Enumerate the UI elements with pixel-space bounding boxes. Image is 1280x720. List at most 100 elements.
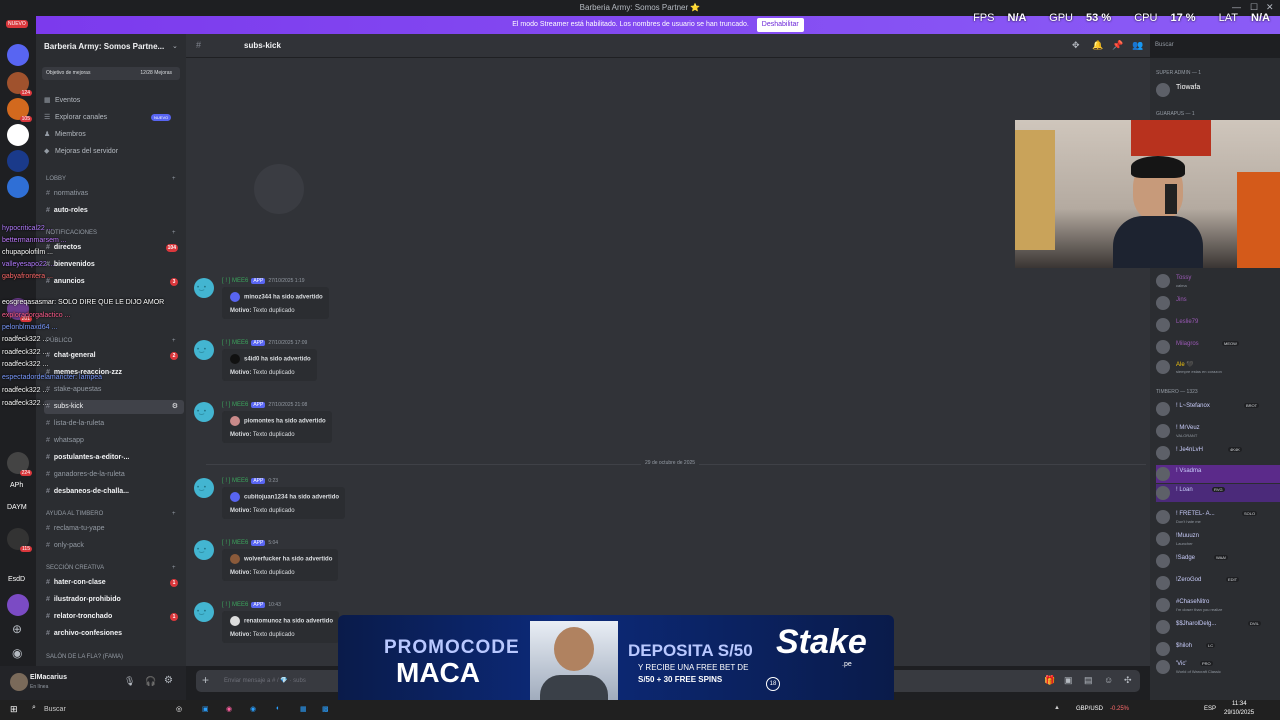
avatar[interactable] [194, 278, 214, 298]
message-author[interactable]: [ ! ] MEE6 [222, 540, 248, 546]
server-folder-label[interactable]: EsdD [8, 576, 25, 583]
server-icon[interactable] [7, 124, 29, 146]
channel-item[interactable]: # anuncios 3 [44, 275, 184, 289]
channel-item-selected[interactable]: # subs-kick ⚙ [44, 400, 184, 414]
member-item[interactable]: ! MrVeuz VALORANT [1156, 422, 1280, 440]
app-icon[interactable]: ◐ [276, 705, 280, 712]
server-icon[interactable] [7, 150, 29, 172]
member-item[interactable]: Tossy calma [1156, 272, 1280, 290]
member-item[interactable]: !Sadge WAA! [1156, 552, 1280, 570]
category-salon[interactable]: SALÓN DE LA FLA? (FAMA) [46, 654, 123, 660]
channel-item[interactable]: # bienvenidos [44, 258, 184, 272]
headphones-icon[interactable]: 🎧 [145, 676, 156, 687]
channel-item[interactable]: # normativas [44, 187, 184, 201]
server-icon[interactable] [7, 44, 29, 66]
apps-icon[interactable]: ✣ [1124, 675, 1132, 686]
avatar[interactable] [194, 478, 214, 498]
gift-icon[interactable]: 🎁 [1044, 675, 1055, 686]
message-author[interactable]: [ ! ] MEE6 [222, 278, 248, 284]
member-item[interactable]: #ChaseNitro I'm closer than you realize [1156, 596, 1280, 614]
server-folder-label[interactable]: APh [10, 482, 23, 489]
server-icon[interactable] [7, 176, 29, 198]
search-icon[interactable]: ⌕ [32, 704, 36, 712]
server-folder-label[interactable]: DAYM [7, 504, 27, 511]
clock-date[interactable]: 29/10/2025 [1224, 710, 1254, 716]
avatar[interactable] [10, 673, 28, 691]
bell-icon[interactable]: 🔔 [1092, 40, 1103, 51]
server-icon[interactable] [7, 594, 29, 616]
member-item[interactable]: ! L~Stefanox BROT [1156, 400, 1280, 418]
avatar[interactable] [194, 602, 214, 622]
channel-item[interactable]: # lista-de-la-ruleta [44, 417, 184, 431]
task-view-icon[interactable]: ◎ [176, 705, 182, 713]
taskbar-search[interactable]: Buscar [44, 706, 66, 713]
member-item[interactable]: Leslie79 [1156, 316, 1280, 334]
member-item[interactable]: ! FRETEL- A... Don't hate me SOLO [1156, 508, 1280, 526]
channel-item[interactable]: # relator-tronchado 1 [44, 610, 184, 624]
message-author[interactable]: [ ! ] MEE6 [222, 402, 248, 408]
member-list-icon[interactable]: 👥 [1132, 40, 1143, 51]
category-notificaciones[interactable]: NOTIFICACIONES + [46, 230, 176, 236]
threads-icon[interactable]: ✥ [1072, 40, 1080, 51]
sticker-icon[interactable]: ▤ [1084, 675, 1093, 686]
member-item[interactable]: !Muuuzn Launcher [1156, 530, 1280, 548]
member-item[interactable]: $$JharolDelg... DVIL [1156, 618, 1280, 636]
member-item[interactable]: ! Vsadma [1156, 465, 1280, 483]
add-channel-icon[interactable]: + [172, 565, 176, 571]
nav-events[interactable]: ▦ Eventos [44, 96, 80, 104]
avatar[interactable] [194, 402, 214, 422]
windows-icon[interactable]: ⊞ [10, 704, 18, 715]
member-item[interactable]: Ale 🖤 siempre estas en corazon [1156, 358, 1280, 376]
add-channel-icon[interactable]: + [172, 338, 176, 344]
channel-item[interactable]: # auto-roles [44, 204, 184, 218]
explore-icon[interactable]: ◉ [12, 646, 22, 660]
category-lobby[interactable]: LOBBY + [46, 176, 176, 182]
add-channel-icon[interactable]: + [172, 176, 176, 182]
channel-item[interactable]: # whatsapp [44, 434, 184, 448]
channel-item[interactable]: # hater-con-clase 1 [44, 576, 184, 590]
server-icon[interactable]: 115 [7, 528, 32, 552]
member-item[interactable]: 'Vic' World of Warcraft Classic PRO [1156, 658, 1280, 676]
add-channel-icon[interactable]: + [172, 511, 176, 517]
channel-item[interactable]: # ganadores-de-la-ruleta [44, 468, 184, 482]
server-icon[interactable]: 105 [7, 98, 32, 122]
server-icon[interactable]: 124 [7, 72, 32, 96]
add-channel-icon[interactable]: + [172, 230, 176, 236]
channel-item[interactable]: # only-pack [44, 539, 184, 553]
channel-item[interactable]: # postulantes-a-editor-... [44, 451, 184, 465]
message-author[interactable]: [ ! ] MEE6 [222, 340, 248, 346]
member-item[interactable]: ! Loan RVG [1156, 484, 1280, 502]
category-publico[interactable]: PÚBLICO + [46, 338, 176, 344]
nav-browse-channels[interactable]: ☰ Explorar canales [44, 113, 107, 121]
member-item[interactable]: Jins [1156, 294, 1280, 312]
message-author[interactable]: [ ! ] MEE6 [222, 478, 248, 484]
app-icon[interactable]: ◉ [226, 705, 232, 713]
gear-icon[interactable]: ⚙ [172, 400, 178, 414]
edge-icon[interactable]: ◉ [250, 705, 256, 713]
gif-icon[interactable]: ▣ [1064, 675, 1073, 686]
category-creativa[interactable]: SECCIÓN CREATIVA + [46, 565, 176, 571]
microphone-icon[interactable]: 🎙 [124, 676, 135, 687]
nav-members[interactable]: ♟ Miembros [44, 130, 86, 138]
gear-icon[interactable]: ⚙ [164, 675, 173, 686]
emoji-icon[interactable]: ☺ [1104, 675, 1113, 685]
search-input[interactable]: Buscar [1150, 38, 1260, 54]
pin-icon[interactable]: 📌 [1112, 40, 1123, 51]
add-attachment-icon[interactable]: + [202, 673, 209, 687]
minimize-icon[interactable]: — [1232, 2, 1241, 12]
channel-item[interactable]: # reclama-tu-yape [44, 522, 184, 536]
member-item[interactable]: !ZeroGod EDIT [1156, 574, 1280, 592]
chevron-down-icon[interactable]: ⌄ [172, 42, 178, 50]
channel-item[interactable]: # stake-apuestas [44, 383, 184, 397]
member-item[interactable]: $hiloh LC [1156, 640, 1280, 658]
add-server-icon[interactable]: ⊕ [12, 622, 22, 636]
member-item[interactable]: Tiowafa [1156, 81, 1280, 99]
nav-server-boosts[interactable]: ◆ Mejoras del servidor [44, 147, 118, 155]
server-icon[interactable]: 224 [7, 452, 32, 476]
language[interactable]: ESP [1204, 706, 1216, 712]
channel-item[interactable]: # archivo-confesiones [44, 627, 184, 641]
channel-item[interactable]: # desbaneos-de-challa... [44, 485, 184, 499]
server-name[interactable]: Barberia Army: Somos Partne... [44, 42, 164, 51]
file-explorer-icon[interactable]: ▣ [202, 705, 209, 713]
store-icon[interactable]: ▦ [300, 705, 307, 713]
